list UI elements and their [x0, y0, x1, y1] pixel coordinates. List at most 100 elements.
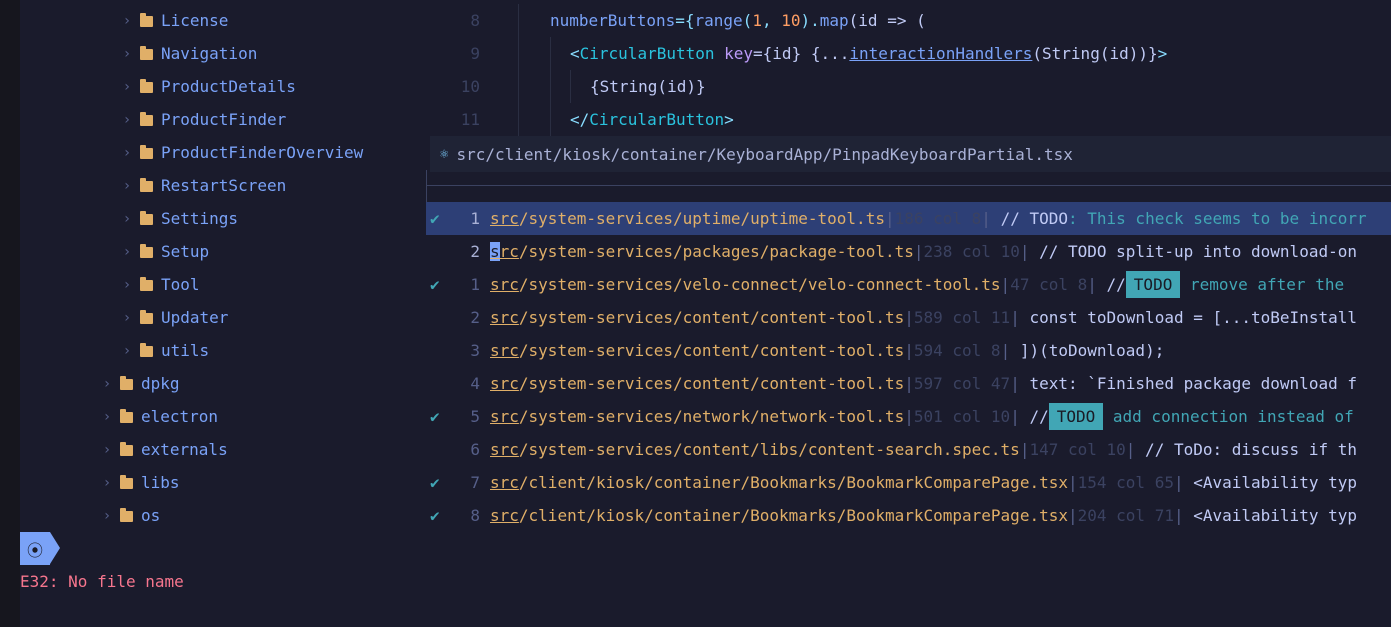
chevron-right-icon[interactable]: › — [120, 145, 134, 161]
tree-item[interactable]: › dpkg — [100, 367, 180, 400]
left-gutter — [0, 0, 20, 627]
quickfix-row[interactable]: ✔ 8 src/client/kiosk/container/Bookmarks/B… — [426, 499, 1391, 532]
tree-item[interactable]: › libs — [100, 466, 180, 499]
chevron-right-icon[interactable]: › — [120, 343, 134, 359]
tree-item-label: libs — [141, 473, 180, 492]
line-col: 204 col 71 — [1077, 506, 1174, 525]
file-path: /system-services/content/content-tool.ts — [518, 374, 905, 393]
chevron-right-icon[interactable]: › — [120, 79, 134, 95]
tree-item-label: Settings — [161, 209, 239, 228]
file-path: /system-services/uptime/uptime-tool.ts — [518, 209, 885, 228]
chevron-right-icon[interactable]: › — [120, 46, 134, 62]
quickfix-entry: src/system-services/uptime/uptime-tool.t… — [490, 209, 1367, 228]
status-line: ⦿ — [20, 532, 1391, 565]
line-number: 10 — [460, 77, 480, 96]
code-text: numberButtons={range(1, 10).map(id => ( — [550, 11, 926, 30]
tree-item[interactable]: › License — [120, 4, 229, 37]
quickfix-list[interactable]: ✔ 1 src/system-services/uptime/uptime-tool… — [426, 202, 1391, 532]
match-text: // ToDo: discuss if th — [1135, 440, 1357, 459]
file-path: /system-services/content/libs/content-se… — [518, 440, 1020, 459]
quickfix-entry: src/system-services/content/content-tool… — [490, 374, 1357, 393]
code-line-10: 10 {String(id)} — [430, 70, 1391, 103]
command-line[interactable]: E32: No file name — [20, 565, 1391, 598]
file-path: /system-services/velo-connect/velo-conne… — [518, 275, 1001, 294]
tree-item-label: License — [161, 11, 229, 30]
quickfix-row[interactable]: 3 src/system-services/content/content-too… — [426, 334, 1391, 367]
tree-item-label: ProductFinderOverview — [161, 143, 364, 162]
folder-icon — [120, 508, 133, 522]
tree-item[interactable]: › utils — [120, 334, 209, 367]
quickfix-entry: src/client/kiosk/container/Bookmarks/Boo… — [490, 506, 1357, 525]
tree-item[interactable]: › ProductFinderOverview — [120, 136, 364, 169]
check-icon: ✔ — [430, 275, 440, 294]
tree-item[interactable]: › Setup — [120, 235, 209, 268]
tree-item-label: externals — [141, 440, 228, 459]
todo-badge: TODO — [1125, 271, 1181, 298]
line-col: 186 col 8 — [894, 209, 982, 228]
file-breadcrumb[interactable]: ⚛ src/client/kiosk/container/KeyboardApp… — [430, 136, 1391, 172]
tree-item[interactable]: › Settings — [120, 202, 238, 235]
folder-icon — [140, 46, 153, 60]
mode-separator — [50, 532, 60, 564]
quickfix-row[interactable]: ✔ 5 src/system-services/network/network-to… — [426, 400, 1391, 433]
file-tree-sidebar[interactable]: › License › Navigation › ProductDetails › Produ… — [20, 0, 430, 565]
todo-message: add connection instead of — [1103, 407, 1354, 426]
quickfix-index: 7 — [470, 473, 480, 492]
quickfix-row[interactable]: ✔ 1 src/system-services/uptime/uptime-tool… — [426, 202, 1391, 235]
quickfix-entry: src/system-services/packages/package-too… — [490, 242, 1357, 261]
chevron-right-icon[interactable]: › — [120, 244, 134, 260]
chevron-right-icon[interactable]: › — [100, 508, 114, 524]
quickfix-entry: src/system-services/velo-connect/velo-co… — [490, 271, 1354, 298]
code-editor-pane[interactable]: 8 numberButtons={range(1, 10).map(id => … — [430, 0, 1391, 136]
folder-icon — [140, 244, 153, 258]
chevron-right-icon[interactable]: › — [120, 13, 134, 29]
todo-badge: TODO — [1048, 403, 1104, 430]
quickfix-row[interactable]: ✔ 1 src/system-services/velo-connect/velo-… — [426, 268, 1391, 301]
tree-item[interactable]: › Updater — [120, 301, 229, 334]
tree-item[interactable]: › Navigation — [120, 37, 258, 70]
match-text: const toDownload = [...toBeInstall — [1019, 308, 1357, 327]
match-text: // — [990, 209, 1030, 228]
match-text: // — [1019, 407, 1049, 426]
chevron-right-icon[interactable]: › — [120, 211, 134, 227]
line-col: 594 col 8 — [913, 341, 1001, 360]
quickfix-index: 1 — [470, 275, 480, 294]
check-icon: ✔ — [430, 209, 440, 228]
chevron-right-icon[interactable]: › — [100, 376, 114, 392]
match-text: text: `Finished package download f — [1019, 374, 1357, 393]
tree-item-label: Setup — [161, 242, 210, 261]
line-col: 597 col 47 — [913, 374, 1011, 393]
folder-icon — [140, 79, 153, 93]
path-prefix: src — [490, 473, 519, 492]
match-text: <Availability typ — [1183, 506, 1357, 525]
quickfix-entry: src/system-services/content/libs/content… — [490, 440, 1357, 459]
quickfix-row[interactable]: 6 src/system-services/content/libs/conten… — [426, 433, 1391, 466]
chevron-right-icon[interactable]: › — [100, 442, 114, 458]
folder-icon — [120, 409, 133, 423]
chevron-right-icon[interactable]: › — [100, 409, 114, 425]
quickfix-row[interactable]: ✔ 7 src/client/kiosk/container/Bookmarks/B… — [426, 466, 1391, 499]
tree-item-label: ProductDetails — [161, 77, 296, 96]
tree-item[interactable]: › Tool — [120, 268, 200, 301]
record-icon: ⦿ — [20, 532, 50, 565]
tree-item[interactable]: › electron — [100, 400, 218, 433]
path-prefix: src — [490, 308, 519, 327]
chevron-right-icon[interactable]: › — [100, 475, 114, 491]
quickfix-row[interactable]: 2 src/system-services/content/content-too… — [426, 301, 1391, 334]
chevron-right-icon[interactable]: › — [120, 178, 134, 194]
tree-item[interactable]: › ProductFinder — [120, 103, 286, 136]
path-prefix: src — [490, 407, 519, 426]
chevron-right-icon[interactable]: › — [120, 310, 134, 326]
tree-item[interactable]: › externals — [100, 433, 228, 466]
tree-item[interactable]: › RestartScreen — [120, 169, 286, 202]
line-number: 11 — [460, 110, 480, 129]
quickfix-row[interactable]: 2 src/system-services/packages/package-to… — [426, 235, 1391, 268]
tree-item[interactable]: › ProductDetails — [120, 70, 296, 103]
chevron-right-icon[interactable]: › — [120, 277, 134, 293]
path-prefix: src — [490, 374, 519, 393]
quickfix-row[interactable]: 4 src/system-services/content/content-too… — [426, 367, 1391, 400]
chevron-right-icon[interactable]: › — [120, 112, 134, 128]
path-prefix: src — [490, 341, 519, 360]
window-divider — [426, 170, 427, 206]
tree-item[interactable]: › os — [100, 499, 160, 532]
